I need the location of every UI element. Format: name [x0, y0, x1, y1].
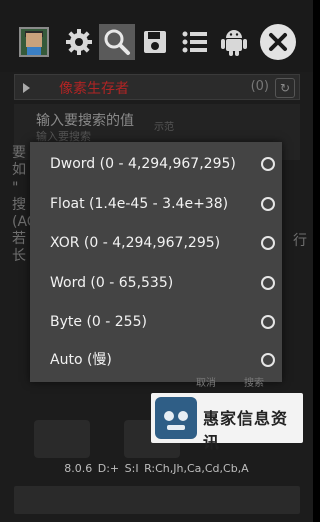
watermark-text: 惠家信息资讯	[203, 409, 289, 452]
background-text: 若	[12, 231, 26, 247]
background-text: 要	[12, 145, 26, 161]
cancel-button[interactable]: 取消	[196, 374, 216, 389]
process-name: 像素生存者	[59, 81, 129, 97]
option-label: Word (0 - 65,535)	[50, 275, 174, 291]
app-logo-icon[interactable]	[19, 27, 49, 57]
radio-button[interactable]	[261, 315, 275, 329]
option-label: Dword (0 - 4,294,967,295)	[50, 156, 236, 172]
footer-bar	[14, 486, 300, 514]
option-word[interactable]: Word (0 - 65,535)	[50, 271, 275, 295]
option-byte[interactable]: Byte (0 - 255)	[50, 310, 275, 334]
option-label: XOR (0 - 4,294,967,295)	[50, 235, 221, 251]
watermark: 惠家信息资讯	[151, 393, 303, 452]
status-footer: 8.0.6 D:+ S:I R:Ch,Jh,Ca,Cd,Cb,A	[64, 462, 249, 475]
save-icon[interactable]	[137, 24, 173, 60]
option-xor[interactable]: XOR (0 - 4,294,967,295)	[50, 231, 275, 255]
play-icon	[23, 83, 30, 93]
value-type-dialog: Dword (0 - 4,294,967,295) Float (1.4e-45…	[30, 142, 282, 389]
radio-button[interactable]	[261, 197, 275, 211]
background-text: 搜	[12, 197, 26, 213]
option-label: Byte (0 - 255)	[50, 314, 147, 330]
background-button	[34, 420, 90, 458]
option-label: Auto (慢)	[50, 352, 112, 368]
option-auto[interactable]: Auto (慢)	[50, 348, 275, 372]
option-float[interactable]: Float (1.4e-45 - 3.4e+38)	[50, 192, 275, 216]
close-icon[interactable]	[259, 23, 297, 61]
search-icon[interactable]	[99, 24, 135, 60]
gear-icon[interactable]	[61, 24, 97, 60]
radio-button[interactable]	[261, 157, 275, 171]
android-icon[interactable]	[216, 24, 252, 60]
search-button[interactable]: 搜索	[244, 374, 264, 389]
refresh-icon[interactable]: ↻	[275, 78, 295, 98]
background-text: 行	[293, 233, 307, 249]
background-text: "	[12, 180, 19, 196]
radio-button[interactable]	[261, 353, 275, 367]
watermark-logo-icon	[155, 397, 197, 439]
search-dialog-title: 输入要搜索的值	[36, 113, 134, 129]
process-selector[interactable]: 像素生存者 (0) ↻	[14, 74, 300, 100]
gameguardian-screen: 像素生存者 (0) ↻ 输入要搜索的值 输入要搜索 示范 要 如 " 搜 (AC…	[0, 0, 313, 522]
option-dword[interactable]: Dword (0 - 4,294,967,295)	[50, 152, 275, 176]
background-text: 长	[12, 248, 26, 264]
toolbar	[0, 0, 313, 72]
radio-button[interactable]	[261, 236, 275, 250]
background-text: 如	[12, 162, 26, 178]
radio-button[interactable]	[261, 276, 275, 290]
process-count: (0)	[250, 79, 269, 94]
option-label: Float (1.4e-45 - 3.4e+38)	[50, 196, 229, 212]
list-icon[interactable]	[177, 24, 213, 60]
search-dialog-example: 示范	[154, 122, 174, 133]
